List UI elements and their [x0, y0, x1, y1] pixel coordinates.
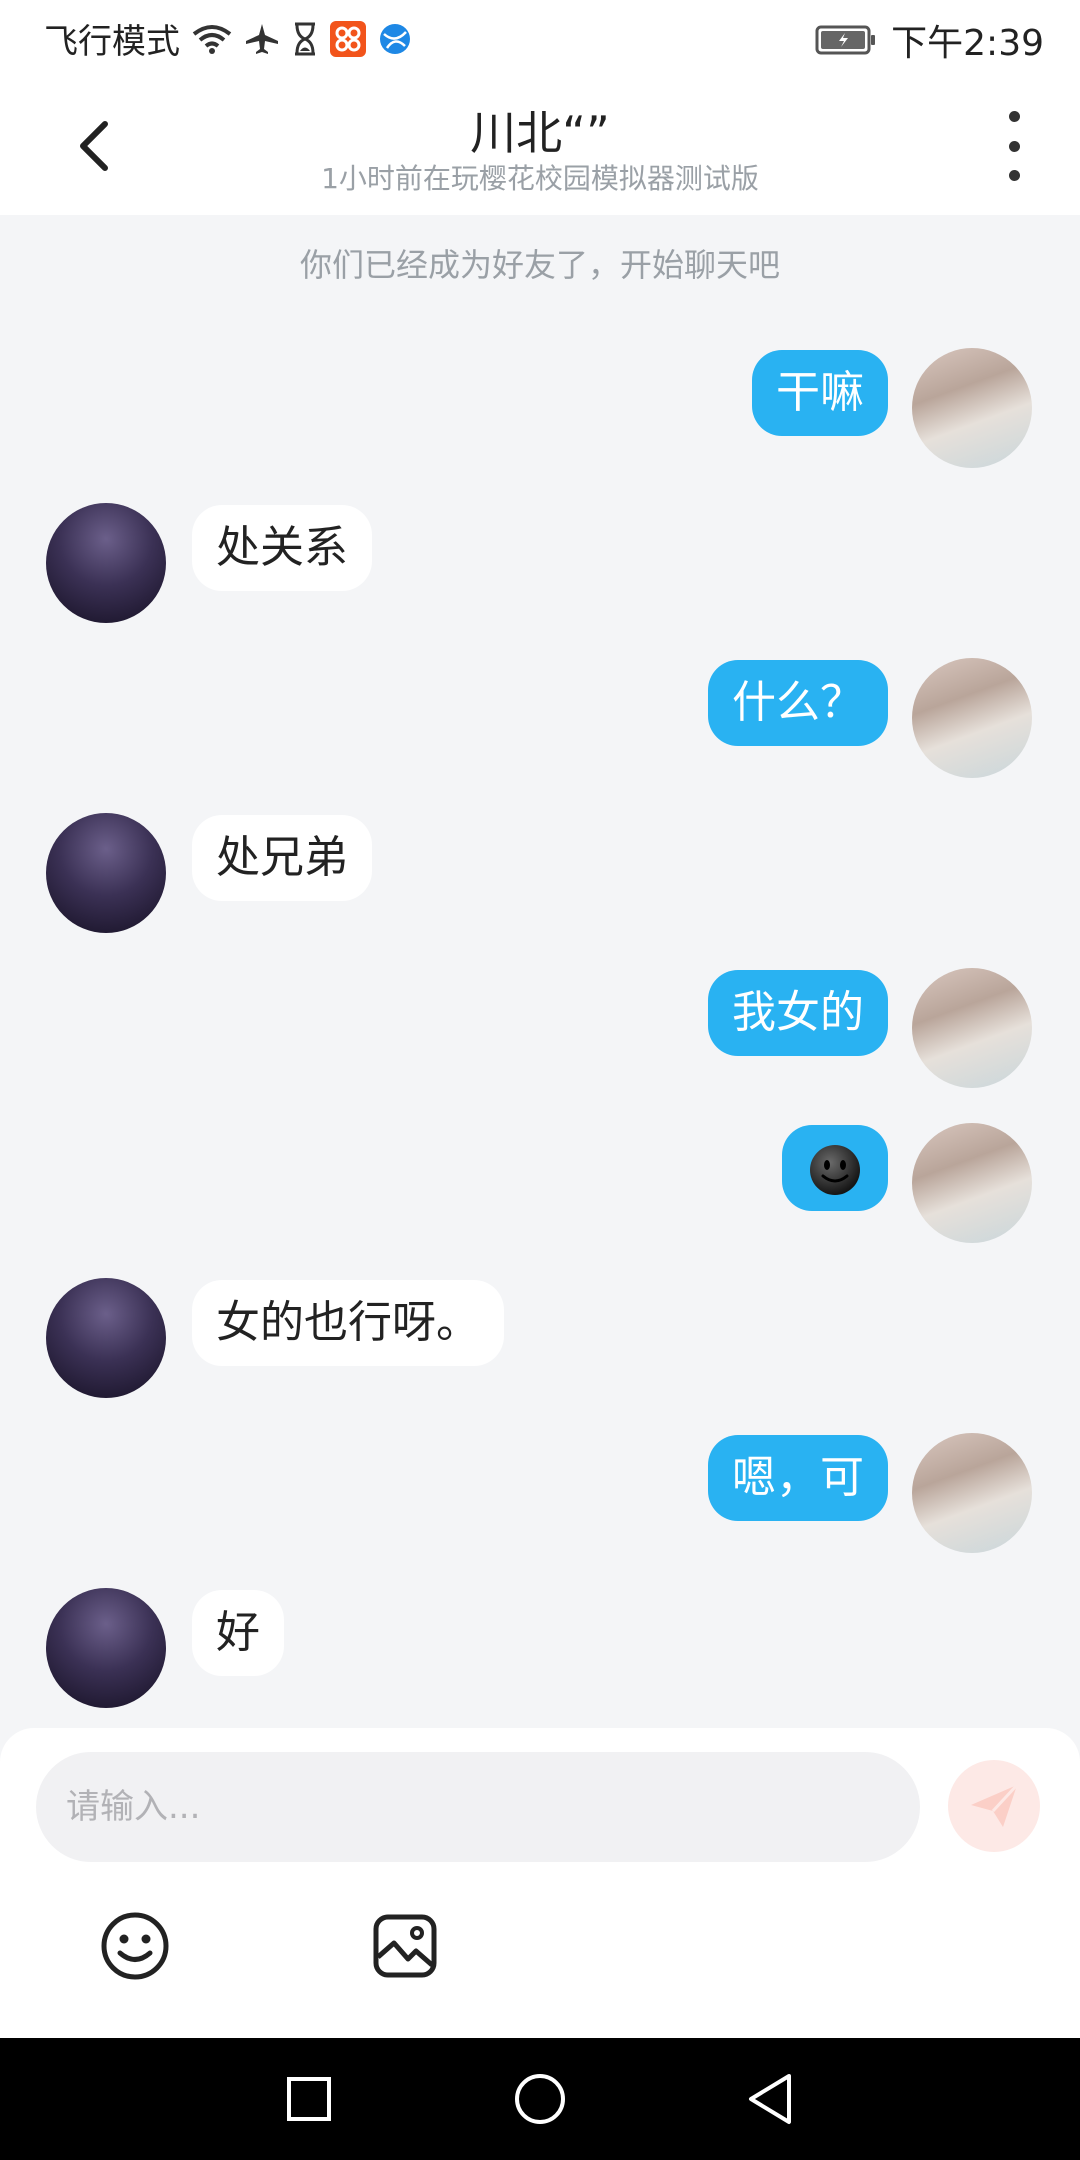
status-time: 下午2:39 — [891, 23, 1044, 64]
message-bubble[interactable]: 女的也行呀。 — [192, 1280, 504, 1366]
input-bar — [0, 1728, 1080, 2038]
airplane-icon — [244, 22, 280, 56]
status-bar-right: 下午2:39 — [815, 14, 1044, 66]
send-button[interactable] — [948, 1760, 1040, 1852]
chat-subtitle: 1小时前在玩樱花校园模拟器测试版 — [321, 162, 759, 195]
message-bubble[interactable]: 处兄弟 — [192, 815, 372, 901]
send-icon — [971, 1783, 1019, 1827]
system-nav-bar — [0, 2038, 1080, 2160]
friend-avatar[interactable] — [46, 1588, 166, 1708]
recent-apps-icon — [287, 2077, 331, 2121]
my-avatar[interactable] — [912, 968, 1032, 1088]
status-bar-left: 飞行模式 — [44, 14, 412, 63]
chat-header: 川北“” 1小时前在玩樱花校园模拟器测试版 — [0, 75, 1080, 215]
image-button[interactable] — [370, 1911, 440, 1981]
friend-avatar[interactable] — [46, 813, 166, 933]
my-avatar[interactable] — [912, 658, 1032, 778]
wifi-icon — [192, 22, 232, 56]
browser-icon — [378, 22, 412, 56]
smiling-face-emoji-icon — [810, 1145, 860, 1195]
friend-avatar[interactable] — [46, 503, 166, 623]
battery-icon — [815, 24, 877, 56]
home-button[interactable] — [507, 2066, 573, 2132]
hourglass-icon — [292, 22, 318, 56]
my-avatar[interactable] — [912, 1433, 1032, 1553]
message-bubble[interactable]: 我女的 — [708, 970, 888, 1056]
emoji-icon — [101, 1912, 169, 1980]
message-bubble[interactable]: 嗯，可 — [708, 1435, 888, 1521]
message-bubble[interactable]: 处关系 — [192, 505, 372, 591]
app-notification-icon — [330, 20, 366, 57]
back-nav-icon — [749, 2074, 791, 2124]
more-vertical-icon — [1008, 111, 1020, 122]
message-input[interactable] — [36, 1752, 920, 1862]
friend-avatar[interactable] — [46, 1278, 166, 1398]
image-icon — [373, 1914, 437, 1978]
back-nav-button[interactable] — [737, 2066, 803, 2132]
status-bar: 飞行模式 下午2:39 — [0, 0, 1080, 75]
system-message: 你们已经成为好友了，开始聊天吧 — [299, 246, 780, 284]
airplane-mode-label: 飞行模式 — [44, 22, 180, 62]
message-bubble[interactable]: 什么？ — [708, 660, 888, 746]
home-icon — [515, 2074, 565, 2124]
recent-apps-button[interactable] — [276, 2066, 342, 2132]
more-options-button[interactable] — [994, 111, 1034, 181]
emoji-message-bubble[interactable] — [782, 1125, 888, 1211]
emoji-button[interactable] — [100, 1911, 170, 1981]
message-bubble[interactable]: 干嘛 — [752, 350, 888, 436]
message-bubble[interactable]: 好 — [192, 1590, 284, 1676]
my-avatar[interactable] — [912, 348, 1032, 468]
chat-title: 川北“” — [470, 106, 610, 160]
my-avatar[interactable] — [912, 1123, 1032, 1243]
